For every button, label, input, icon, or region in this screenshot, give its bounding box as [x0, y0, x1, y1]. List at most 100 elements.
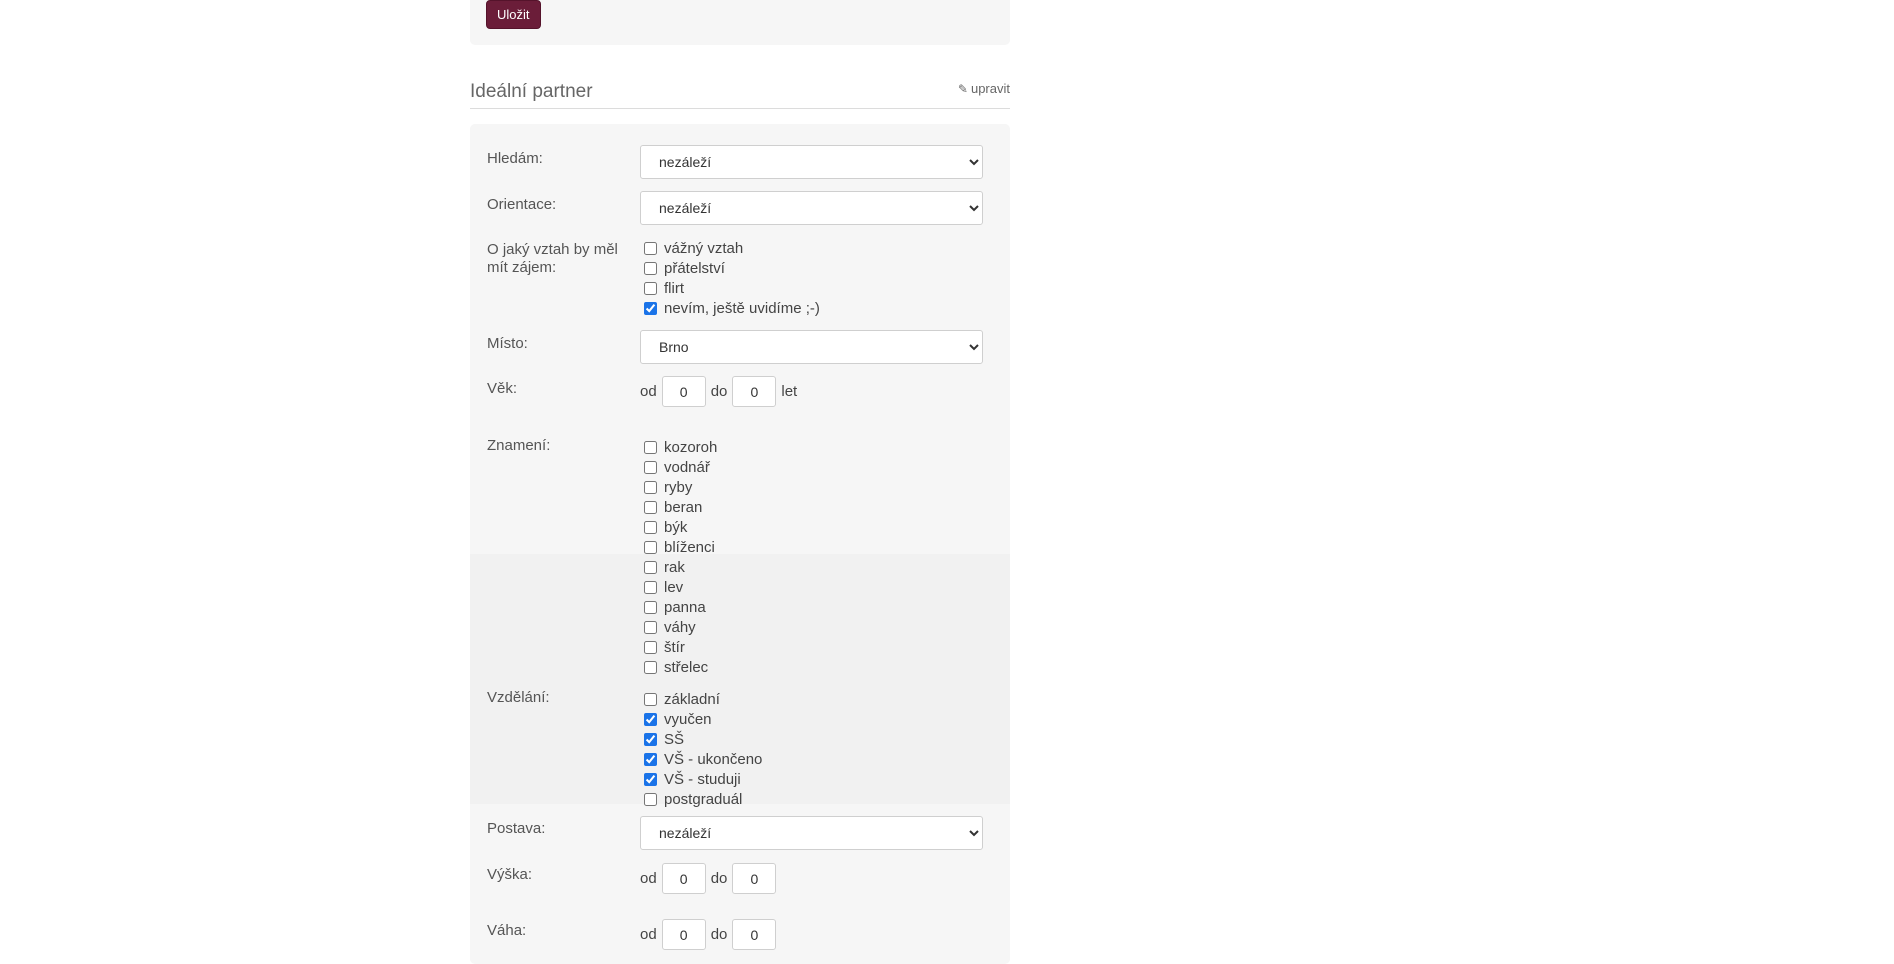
age-unit: let — [781, 383, 798, 400]
education-option[interactable]: VŠ - studuji — [640, 769, 762, 789]
weight-from-label: od — [640, 926, 657, 943]
education-checkbox[interactable] — [644, 792, 657, 806]
education-option-label: vyučen — [664, 710, 712, 728]
education-checkbox[interactable] — [644, 732, 657, 746]
relationship-friendship-label: přátelství — [664, 259, 725, 277]
sign-options: kozoroh vodnář ryby beran býk blíženci rak lev p… — [640, 437, 717, 677]
weight-from-input[interactable] — [661, 919, 706, 950]
education-label: Vzdělání: — [487, 689, 550, 706]
age-to-input[interactable] — [732, 376, 777, 407]
sign-checkbox[interactable] — [644, 500, 657, 514]
sign-checkbox[interactable] — [644, 640, 657, 654]
sign-option-label: střelec — [664, 658, 709, 676]
save-button[interactable]: Uložit — [486, 0, 541, 29]
seeking-label: Hledám: — [487, 150, 543, 167]
education-option[interactable]: postgraduál — [640, 789, 762, 809]
sign-option-label: beran — [664, 498, 703, 516]
build-label: Postava: — [487, 820, 546, 837]
relationship-flirt-label: flirt — [664, 279, 684, 297]
sign-checkbox[interactable] — [644, 600, 657, 614]
education-checkbox[interactable] — [644, 772, 657, 786]
age-range: od do let — [640, 376, 797, 407]
section-header: Ideální partner ✎ upravit — [470, 78, 1010, 109]
relationship-label: O jaký vztah by měl mít zájem: — [487, 241, 618, 276]
sign-option-label: panna — [664, 598, 706, 616]
sign-checkbox[interactable] — [644, 440, 657, 454]
sign-option[interactable]: lev — [640, 577, 717, 597]
education-option-label: SŠ — [664, 730, 685, 748]
sign-option-label: ryby — [664, 478, 693, 496]
sign-checkbox[interactable] — [644, 460, 657, 474]
relationship-flirt-checkbox[interactable] — [644, 281, 657, 295]
sign-option-label: štír — [664, 638, 685, 656]
sign-option[interactable]: váhy — [640, 617, 717, 637]
sign-checkbox[interactable] — [644, 520, 657, 534]
section-title: Ideální partner — [470, 81, 593, 102]
ideal-partner-form: Hledám: nezáleží Orientace: nezáleží O j… — [470, 124, 1010, 964]
height-to-input[interactable] — [732, 863, 777, 894]
orientation-select[interactable]: nezáleží — [640, 191, 983, 225]
sign-checkbox[interactable] — [644, 560, 657, 574]
weight-to-input[interactable] — [732, 919, 777, 950]
education-option[interactable]: vyučen — [640, 709, 762, 729]
sign-option[interactable]: panna — [640, 597, 717, 617]
height-from-input[interactable] — [661, 863, 706, 894]
sign-option[interactable]: vodnář — [640, 457, 717, 477]
height-label: Výška: — [487, 866, 533, 883]
weight-label: Váha: — [487, 922, 527, 939]
education-option[interactable]: základní — [640, 689, 762, 709]
place-label: Místo: — [487, 335, 528, 352]
sign-option[interactable]: štír — [640, 637, 717, 657]
age-label: Věk: — [487, 380, 518, 397]
sign-option[interactable]: střelec — [640, 657, 717, 677]
relationship-friendship-checkbox[interactable] — [644, 261, 657, 275]
edit-label: upravit — [970, 81, 1010, 96]
weight-to-label: do — [710, 926, 728, 943]
height-range: od do — [640, 863, 781, 894]
education-options: základní vyučen SŠ VŠ - ukončeno VŠ - studuj… — [640, 689, 762, 809]
orientation-label: Orientace: — [487, 196, 557, 213]
age-to-label: do — [710, 383, 728, 400]
age-from-input[interactable] — [661, 376, 706, 407]
edit-link[interactable]: ✎ upravit — [958, 81, 1010, 96]
education-option-label: VŠ - ukončeno — [664, 750, 763, 768]
sign-option[interactable]: rak — [640, 557, 717, 577]
sign-option-label: váhy — [664, 618, 696, 636]
sign-checkbox[interactable] — [644, 660, 657, 674]
sign-option[interactable]: blíženci — [640, 537, 717, 557]
relationship-unsure-label: nevím, ještě uvidíme ;-) — [664, 299, 820, 317]
education-checkbox[interactable] — [644, 712, 657, 726]
education-checkbox[interactable] — [644, 752, 657, 766]
sign-option-label: vodnář — [664, 458, 710, 476]
relationship-unsure-checkbox[interactable] — [644, 301, 657, 315]
relationship-option-flirt[interactable]: flirt — [640, 278, 820, 298]
relationship-option-friendship[interactable]: přátelství — [640, 258, 820, 278]
sign-option-label: býk — [664, 518, 688, 536]
relationship-options: vážný vztah přátelství flirt nevím, ješt… — [640, 238, 820, 318]
height-to-label: do — [710, 870, 728, 887]
relationship-serious-label: vážný vztah — [664, 239, 744, 257]
sign-option[interactable]: beran — [640, 497, 717, 517]
sign-option[interactable]: kozoroh — [640, 437, 717, 457]
sign-checkbox[interactable] — [644, 620, 657, 634]
build-select[interactable]: nezáleží — [640, 816, 983, 850]
place-select[interactable]: Brno — [640, 330, 983, 364]
sign-option[interactable]: ryby — [640, 477, 717, 497]
education-checkbox[interactable] — [644, 692, 657, 706]
sign-checkbox[interactable] — [644, 540, 657, 554]
relationship-option-serious[interactable]: vážný vztah — [640, 238, 820, 258]
sign-option-label: blíženci — [664, 538, 715, 556]
sign-checkbox[interactable] — [644, 480, 657, 494]
education-option[interactable]: VŠ - ukončeno — [640, 749, 762, 769]
education-option-label: základní — [664, 690, 720, 708]
education-option[interactable]: SŠ — [640, 729, 762, 749]
weight-range: od do — [640, 919, 781, 950]
sign-option[interactable]: býk — [640, 517, 717, 537]
sign-option-label: rak — [664, 558, 685, 576]
sign-checkbox[interactable] — [644, 580, 657, 594]
relationship-option-unsure[interactable]: nevím, ještě uvidíme ;-) — [640, 298, 820, 318]
seeking-select[interactable]: nezáleží — [640, 145, 983, 179]
relationship-serious-checkbox[interactable] — [644, 241, 657, 255]
height-from-label: od — [640, 870, 657, 887]
age-from-label: od — [640, 383, 657, 400]
